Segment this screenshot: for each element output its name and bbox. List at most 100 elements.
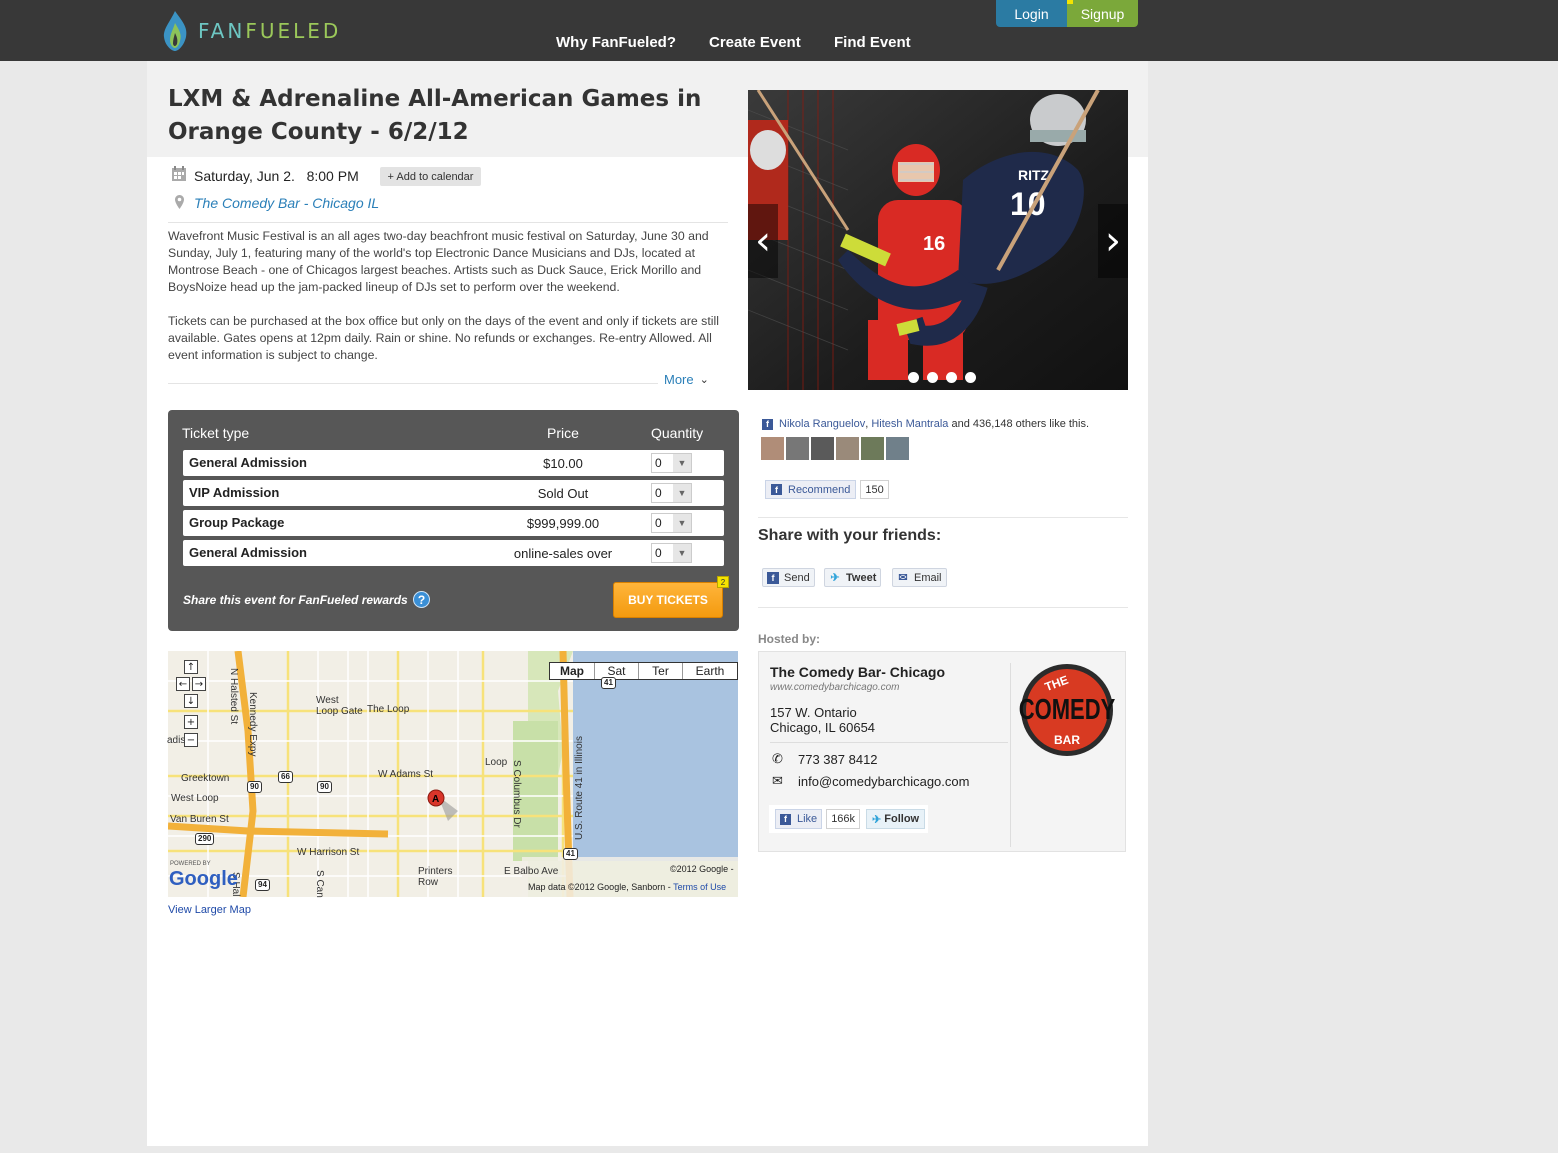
highway-shield-icon: 90 xyxy=(247,781,262,793)
pan-down-icon[interactable]: ↓ xyxy=(184,694,198,708)
map-copyright: ©2012 Google - xyxy=(670,864,734,874)
nav-why-fanfueled[interactable]: Why FanFueled? xyxy=(556,34,676,51)
map-type-earth[interactable]: Earth xyxy=(683,663,737,679)
like-count: 166k xyxy=(826,809,861,829)
logo-wordmark: FANFUELED xyxy=(198,19,342,43)
twitter-follow-button[interactable]: ✈ Follow xyxy=(866,809,926,829)
event-title: LXM & Adrenaline All-American Games in O… xyxy=(168,86,702,145)
chevron-right-icon: › xyxy=(1105,218,1121,264)
address-line: 157 W. Ontario xyxy=(770,705,857,720)
facebook-send-button[interactable]: f Send xyxy=(762,568,815,587)
map-label: W Adams St xyxy=(378,769,434,780)
map-label: West Loop xyxy=(171,793,219,804)
login-button[interactable]: Login xyxy=(996,0,1067,27)
logo-bar: BAR xyxy=(1054,733,1080,747)
recommend-count: 150 xyxy=(860,480,889,499)
ticket-name: VIP Admission xyxy=(189,485,280,500)
event-time: 8:00 PM xyxy=(306,168,359,184)
quantity-select[interactable]: 0 ▼ xyxy=(651,543,692,563)
map-tiles: A xyxy=(168,651,738,897)
nav-create-event[interactable]: Create Event xyxy=(709,34,801,51)
friend-avatars xyxy=(761,437,909,460)
host-name[interactable]: The Comedy Bar- Chicago xyxy=(770,664,945,680)
caret-down-icon: ▼ xyxy=(673,544,691,562)
host-website[interactable]: www.comedybarchicago.com xyxy=(770,682,900,693)
avatar[interactable] xyxy=(811,437,834,460)
avatar[interactable] xyxy=(836,437,859,460)
quantity-select[interactable]: 0 ▼ xyxy=(651,453,692,473)
map-type-map[interactable]: Map xyxy=(550,663,595,679)
ticket-row: General Admission online-sales over 0 ▼ xyxy=(183,540,724,566)
facebook-icon: f xyxy=(762,418,773,430)
auth-buttons: Login Signup xyxy=(996,0,1138,27)
add-to-calendar-button[interactable]: + Add to calendar xyxy=(380,167,481,186)
recommend-button[interactable]: f Recommend xyxy=(765,480,857,499)
facebook-like-button[interactable]: f Like xyxy=(775,809,823,829)
highway-shield-icon: 41 xyxy=(601,677,616,689)
signup-label: Signup xyxy=(1080,5,1125,22)
location-pin-icon xyxy=(175,195,184,209)
venue-link[interactable]: The Comedy Bar - Chicago IL xyxy=(194,195,379,211)
google-logo[interactable]: Google xyxy=(169,868,238,891)
twitter-bird-icon: ✈ xyxy=(830,572,840,584)
fanfueled-logo[interactable]: FANFUELED xyxy=(160,8,341,54)
google-map[interactable]: A xyxy=(168,651,738,897)
slideshow-next-button[interactable]: › xyxy=(1098,204,1128,278)
cart-count-badge: 2 xyxy=(717,576,729,588)
host-social-buttons: f Like 166k ✈ Follow xyxy=(769,805,928,833)
avatar[interactable] xyxy=(761,437,784,460)
view-larger-map-link[interactable]: View Larger Map xyxy=(168,904,251,916)
phone-icon: ✆ xyxy=(772,752,783,767)
email-label: Email xyxy=(914,571,942,584)
ticket-price: $999,999.00 xyxy=(526,516,600,531)
avatar[interactable] xyxy=(886,437,909,460)
pan-up-icon[interactable]: ↑ xyxy=(184,660,198,674)
host-address: 157 W. Ontario Chicago, IL 60654 xyxy=(770,705,875,735)
map-label: Greektown xyxy=(181,773,230,784)
slide-dot[interactable] xyxy=(927,372,938,383)
ticket-name: Group Package xyxy=(189,515,285,530)
ticket-type-header: Ticket type xyxy=(182,425,250,441)
quantity-select[interactable]: 0 ▼ xyxy=(651,483,692,503)
jersey-name: RITZ xyxy=(1018,167,1050,183)
description-paragraph: Tickets can be purchased at the box offi… xyxy=(168,314,719,362)
nav-find-event[interactable]: Find Event xyxy=(834,34,911,51)
map-type-ter[interactable]: Ter xyxy=(639,663,683,679)
email-address[interactable]: info@comedybarchicago.com xyxy=(798,774,969,789)
comedy-bar-logo[interactable]: THE COMEDY BAR xyxy=(1015,663,1118,757)
avatar[interactable] xyxy=(861,437,884,460)
caret-down-icon: ▼ xyxy=(673,514,691,532)
more-link[interactable]: More ⌄ xyxy=(664,372,709,387)
highway-shield-icon: 290 xyxy=(195,833,215,845)
slide-dot[interactable] xyxy=(946,372,957,383)
map-label: Loop xyxy=(485,757,508,768)
address-line: Chicago, IL 60654 xyxy=(770,720,876,735)
slide-dot[interactable] xyxy=(908,372,919,383)
buy-tickets-button[interactable]: BUY TICKETS xyxy=(613,582,723,618)
share-rewards-text: Share this event for FanFueled rewards xyxy=(183,593,408,607)
zoom-out-icon[interactable]: − xyxy=(184,733,198,747)
twitter-bird-icon: ✈ xyxy=(872,813,882,826)
ticket-price: $10.00 xyxy=(543,456,583,471)
friend-link[interactable]: Hitesh Mantrala xyxy=(871,418,948,430)
tweet-button[interactable]: ✈ Tweet xyxy=(824,568,882,587)
help-icon[interactable]: ? xyxy=(413,591,430,608)
slide-dot[interactable] xyxy=(965,372,976,383)
quantity-header: Quantity xyxy=(651,425,704,441)
pan-right-icon[interactable]: → xyxy=(192,677,206,691)
email-share-button[interactable]: ✉ Email xyxy=(892,568,947,587)
map-label: E Balbo Ave xyxy=(504,866,559,877)
host-email: ✉ info@comedybarchicago.com xyxy=(772,774,969,789)
friend-link[interactable]: Nikola Ranguelov xyxy=(779,418,865,430)
event-photo-slideshow[interactable]: 16 RITZ 10 xyxy=(748,90,1128,390)
price-header: Price xyxy=(547,425,579,441)
avatar[interactable] xyxy=(786,437,809,460)
zoom-in-icon[interactable]: + xyxy=(184,715,198,729)
facebook-icon: f xyxy=(771,484,782,495)
pan-left-icon[interactable]: ← xyxy=(176,677,190,691)
signup-button[interactable]: Signup xyxy=(1067,0,1138,27)
terms-of-use-link[interactable]: Terms of Use xyxy=(673,882,726,892)
slideshow-prev-button[interactable]: ‹ xyxy=(748,204,778,278)
quantity-select[interactable]: 0 ▼ xyxy=(651,513,692,533)
event-datetime: Saturday, Jun 2. 8:00 PM xyxy=(194,168,359,184)
